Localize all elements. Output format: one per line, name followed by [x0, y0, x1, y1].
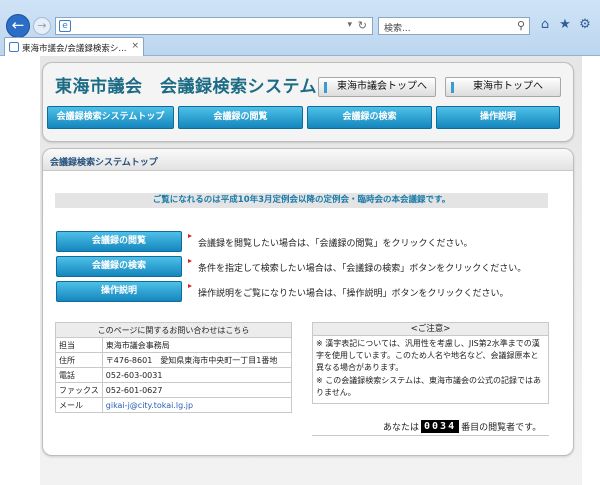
notice-bar: ご覧になれるのは平成10年3月定例会以降の定例会・臨時会の本会議録です。	[55, 193, 548, 208]
forward-arrow-icon[interactable]: →	[33, 17, 51, 35]
tab-title: 東海市議会/会議録検索シ...	[22, 44, 127, 54]
refresh-icon[interactable]: ↻	[358, 19, 367, 32]
contact-value: 052-601-0627	[101, 382, 293, 398]
counter-digits: 0034	[421, 420, 460, 433]
counter-prefix: あなたは	[383, 423, 420, 433]
back-arrow-icon[interactable]: ←	[6, 14, 30, 38]
page-icon: e	[59, 20, 71, 32]
nav-help-button[interactable]: 操作説明	[436, 106, 560, 129]
search-placeholder: 検索...	[384, 24, 411, 34]
caution-line-2: ※ この会議録検索システムは、東海市議会の公式の記録ではありません。	[316, 375, 542, 397]
home-icon[interactable]: ⌂	[538, 17, 552, 33]
table-row: 担当 東海市議会事務局	[55, 337, 293, 353]
browse-button[interactable]: 会議録の閲覧	[56, 231, 182, 252]
search-icon[interactable]: ⚲	[517, 19, 525, 32]
tab-page-icon	[9, 42, 19, 52]
table-row: ファックス 052-601-0627	[55, 382, 293, 398]
bullet-icon	[188, 284, 192, 288]
email-link[interactable]: gikai-j@city.tokai.lg.jp	[106, 401, 193, 410]
contact-key: メール	[55, 397, 103, 413]
nav-browse-button[interactable]: 会議録の閲覧	[178, 106, 303, 129]
help-description: 操作説明をご覧になりたい場合は、「操作説明」ボタンをクリックください。	[198, 289, 509, 299]
contact-value: 052-603-0031	[101, 367, 293, 383]
visitor-counter: あなたは 0034 番目の閲覧者です。	[383, 420, 541, 433]
council-top-link[interactable]: 東海市議会トップへ	[318, 77, 436, 97]
bullet-icon	[188, 234, 192, 238]
city-top-link[interactable]: 東海市トップへ	[445, 77, 561, 97]
contact-value: 〒476-8601 愛知県東海市中央町一丁目1番地	[101, 352, 293, 368]
contact-heading: このページに関するお問い合わせはこちら	[55, 322, 292, 338]
site-title: 東海市議会 会議録検索システム	[55, 77, 317, 97]
table-row: メール gikai-j@city.tokai.lg.jp	[55, 397, 293, 413]
help-button[interactable]: 操作説明	[56, 281, 182, 302]
browser-tab[interactable]: 東海市議会/会議録検索シ... ×	[4, 37, 144, 56]
contact-value: 東海市議会事務局	[101, 337, 293, 353]
contact-key: 電話	[55, 367, 103, 383]
browser-chrome: ← → e ▾ ↻ 検索... ⚲ ⌂ ★ ⚙ 東海市議会/会議録検索シ... …	[0, 0, 600, 56]
search-input[interactable]: 検索... ⚲	[378, 17, 530, 35]
address-bar[interactable]: e ▾ ↻	[55, 17, 373, 35]
search-description: 条件を指定して検索したい場合は、「会議録の検索」ボタンをクリックください。	[198, 264, 527, 274]
bullet-icon	[188, 259, 192, 263]
toolbar-icons: ⌂ ★ ⚙	[538, 17, 592, 33]
nav-system-top-button[interactable]: 会議録検索システムトップ	[47, 106, 174, 129]
dropdown-icon[interactable]: ▾	[347, 20, 352, 30]
contact-key: ファックス	[55, 382, 103, 398]
search-button[interactable]: 会議録の検索	[56, 256, 182, 277]
section-title: 会議録検索システムトップ	[50, 158, 158, 168]
divider	[312, 435, 549, 436]
contact-table: このページに関するお問い合わせはこちら 担当 東海市議会事務局 住所 〒476-…	[55, 322, 293, 413]
browse-description: 会議録を閲覧したい場合は、「会議録の閲覧」をクリックください。	[198, 239, 473, 249]
contact-key: 担当	[55, 337, 103, 353]
counter-suffix: 番目の閲覧者です。	[461, 423, 542, 433]
caution-line-1: ※ 漢字表記については、汎用性を考慮し、JIS第2水準までの漢字を使用しています…	[316, 339, 540, 373]
tab-close-icon[interactable]: ×	[131, 41, 139, 51]
table-row: 電話 052-603-0031	[55, 367, 293, 383]
caution-heading: <ご注意>	[313, 323, 548, 336]
caution-body: ※ 漢字表記については、汎用性を考慮し、JIS第2水準までの漢字を使用しています…	[313, 336, 548, 401]
favorites-star-icon[interactable]: ★	[558, 17, 572, 33]
table-row: 住所 〒476-8601 愛知県東海市中央町一丁目1番地	[55, 352, 293, 368]
contact-key: 住所	[55, 352, 103, 368]
caution-box: <ご注意> ※ 漢字表記については、汎用性を考慮し、JIS第2水準までの漢字を使…	[312, 322, 549, 404]
settings-gear-icon[interactable]: ⚙	[578, 17, 592, 33]
nav-search-button[interactable]: 会議録の検索	[307, 106, 432, 129]
